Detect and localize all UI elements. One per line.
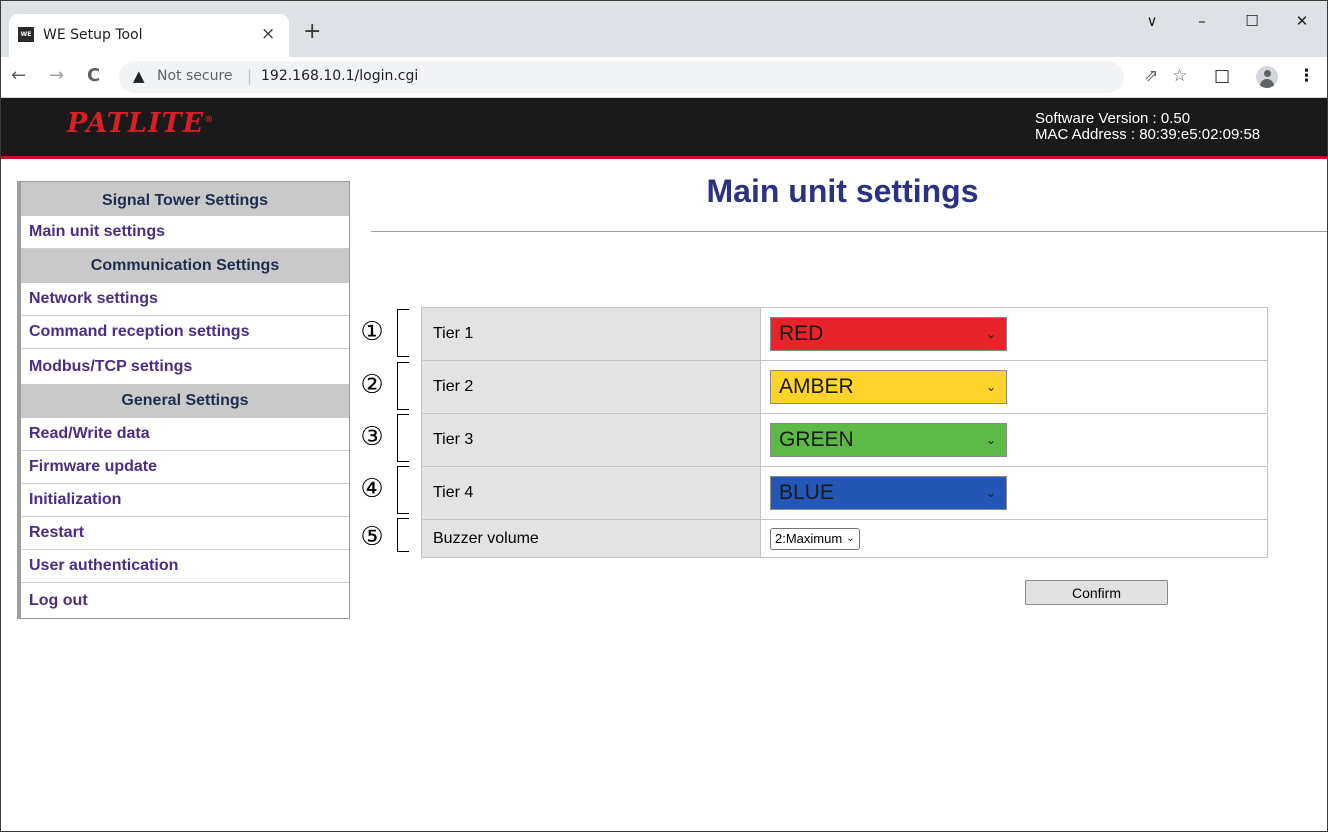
not-secure-icon[interactable]: ▲ xyxy=(133,67,145,85)
bracket-5 xyxy=(397,518,409,552)
title-divider xyxy=(371,231,1327,232)
minimize-icon[interactable]: – xyxy=(1177,1,1227,41)
bookmark-star-icon[interactable]: ☆ xyxy=(1172,66,1187,86)
bracket-3 xyxy=(397,414,409,462)
tier-1-color-select[interactable]: RED ⌄ xyxy=(770,317,1007,351)
tier-label: Tier 2 xyxy=(421,360,761,414)
bracket-4 xyxy=(397,466,409,514)
sidebar-item-restart[interactable]: Restart xyxy=(21,517,349,550)
tier-3-color-select[interactable]: GREEN ⌄ xyxy=(770,423,1007,457)
sidebar-item-initialization[interactable]: Initialization xyxy=(21,484,349,517)
favicon-icon: WE xyxy=(18,27,34,42)
address-bar[interactable]: ▲ Not secure | 192.168.10.1/login.cgi xyxy=(119,61,1124,93)
tier-label: Tier 4 xyxy=(421,466,761,520)
chevron-down-icon: ⌄ xyxy=(985,433,996,447)
forward-icon[interactable]: → xyxy=(49,65,64,86)
sidebar-item-modbus-tcp-settings[interactable]: Modbus/TCP settings xyxy=(21,349,349,384)
buzzer-volume-label: Buzzer volume xyxy=(421,519,761,558)
tier-label: Tier 3 xyxy=(421,413,761,467)
confirm-button[interactable]: Confirm xyxy=(1025,580,1168,605)
browser-tab[interactable]: WE WE Setup Tool × xyxy=(9,14,289,57)
page-title: Main unit settings xyxy=(706,173,979,209)
new-tab-icon[interactable]: + xyxy=(303,19,321,44)
browser-menu-icon[interactable]: ⋮ xyxy=(1298,66,1315,86)
buzzer-volume-select[interactable]: 2:Maximum ⌄ xyxy=(770,527,860,550)
tier-2-color-select[interactable]: AMBER ⌄ xyxy=(770,370,1007,404)
chevron-down-icon: ⌄ xyxy=(985,327,996,341)
address-separator: | xyxy=(247,67,253,85)
chevron-down-icon: ⌄ xyxy=(985,486,996,500)
sidebar-item-firmware-update[interactable]: Firmware update xyxy=(21,451,349,484)
chevron-down-icon: ⌄ xyxy=(985,380,996,394)
bracket-2 xyxy=(397,362,409,410)
tier-4-color-select[interactable]: BLUE ⌄ xyxy=(770,476,1007,510)
settings-table: Tier 1 RED ⌄ Tier 2 AMBER ⌄ Tier 3 GREEN ⌄ xyxy=(421,307,1268,558)
sidebar-heading-general: General Settings xyxy=(21,384,349,418)
table-row: Tier 2 AMBER ⌄ xyxy=(421,360,1268,414)
browser-window: WE WE Setup Tool × + ∨ – ☐ ✕ ← → C ▲ Not… xyxy=(0,0,1328,832)
sidebar-item-network-settings[interactable]: Network settings xyxy=(21,283,349,316)
sidebar-heading-communication: Communication Settings xyxy=(21,249,349,283)
not-secure-label: Not secure xyxy=(157,68,233,84)
profile-avatar-icon[interactable] xyxy=(1256,66,1278,88)
chevron-down-icon: ⌄ xyxy=(846,533,855,544)
mac-address: MAC Address : 80:39:e5:02:09:58 xyxy=(1035,126,1261,143)
sidebar-heading-signal-tower: Signal Tower Settings xyxy=(21,182,349,216)
back-icon[interactable]: ← xyxy=(11,65,26,86)
tab-strip: WE WE Setup Tool × + ∨ – ☐ ✕ xyxy=(1,1,1327,57)
window-controls: ∨ – ☐ ✕ xyxy=(1127,1,1327,41)
marker-2: ② xyxy=(360,370,384,400)
share-icon[interactable]: ⇗ xyxy=(1144,66,1158,86)
site-header: PATLITE® Software Version : 0.50 MAC Add… xyxy=(1,98,1327,159)
patlite-logo: PATLITE® xyxy=(67,108,215,139)
table-row: Tier 4 BLUE ⌄ xyxy=(421,466,1268,520)
sidebar-item-command-reception-settings[interactable]: Command reception settings xyxy=(21,316,349,349)
tab-title: WE Setup Tool xyxy=(43,27,143,43)
maximize-icon[interactable]: ☐ xyxy=(1227,1,1277,41)
tier-label: Tier 1 xyxy=(421,307,761,361)
url-text[interactable]: 192.168.10.1/login.cgi xyxy=(261,68,418,84)
sidebar-item-read-write-data[interactable]: Read/Write data xyxy=(21,418,349,451)
table-row: Tier 3 GREEN ⌄ xyxy=(421,413,1268,467)
table-row: Buzzer volume 2:Maximum ⌄ xyxy=(421,519,1268,558)
side-panel-icon[interactable]: □ xyxy=(1214,66,1230,86)
bracket-1 xyxy=(397,309,409,357)
close-window-icon[interactable]: ✕ xyxy=(1277,1,1327,41)
sidebar-item-user-authentication[interactable]: User authentication xyxy=(21,550,349,583)
sidebar-item-log-out[interactable]: Log out xyxy=(21,583,349,618)
tab-search-icon[interactable]: ∨ xyxy=(1127,1,1177,41)
sidebar-menu: Signal Tower Settings Main unit settings… xyxy=(17,181,350,619)
device-info: Software Version : 0.50 MAC Address : 80… xyxy=(1035,111,1260,143)
marker-1: ① xyxy=(360,317,384,347)
table-row: Tier 1 RED ⌄ xyxy=(421,307,1268,361)
reload-icon[interactable]: C xyxy=(87,65,100,86)
sidebar-item-main-unit-settings[interactable]: Main unit settings xyxy=(21,216,349,249)
software-version: Software Version : 0.50 xyxy=(1035,110,1191,127)
browser-toolbar: ← → C ▲ Not secure | 192.168.10.1/login.… xyxy=(1,57,1327,98)
marker-3: ③ xyxy=(360,422,384,452)
marker-4: ④ xyxy=(360,474,384,504)
tab-close-icon[interactable]: × xyxy=(261,24,275,44)
marker-5: ⑤ xyxy=(360,522,384,552)
